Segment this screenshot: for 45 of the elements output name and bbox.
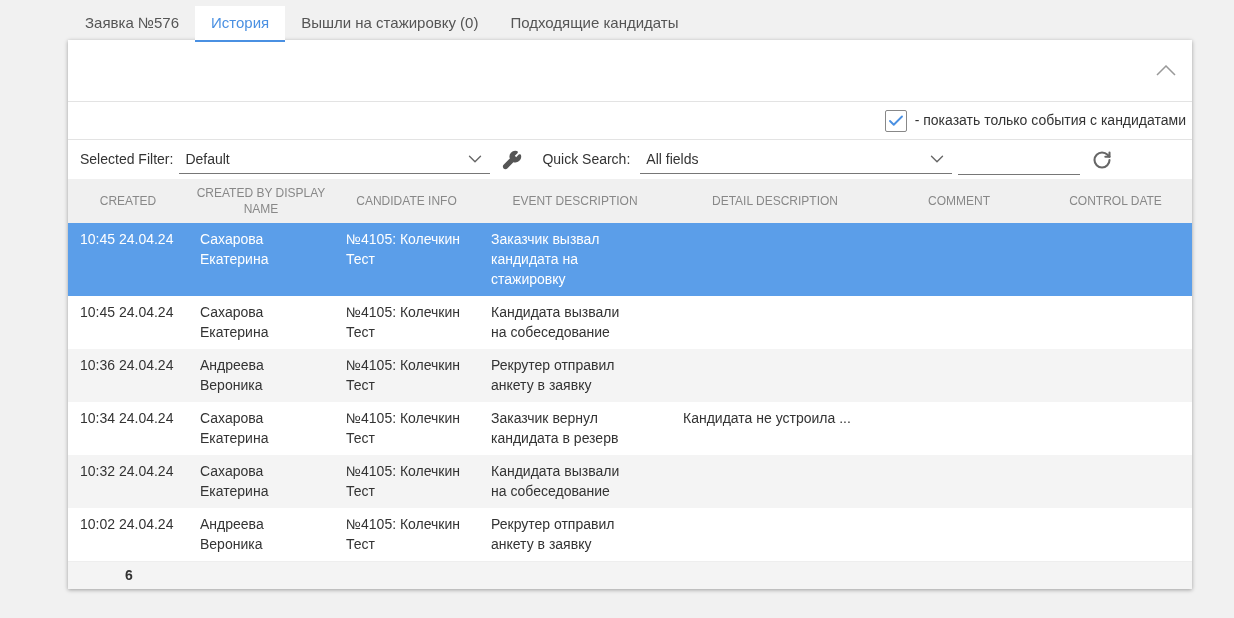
filter-dropdown[interactable]: Default [179,145,491,174]
tab[interactable]: Подходящие кандидаты [494,6,695,42]
table-cell: №4105: Колечкин Тест [346,304,461,340]
table-row[interactable]: 10:02 24.04.24 Андреева Вероника №4105: Колечкин Тест Рекрутер отправил анкету в заявку [68,508,1192,561]
chevron-up-icon [1156,65,1176,76]
collapse-button[interactable] [1156,65,1176,76]
table-cell: №4105: Колечкин Тест [346,231,461,267]
table-cell: Андреева Вероника [200,357,264,393]
table-cell: Сахарова Екатерина [200,410,269,446]
table-cell: Заказчик вернул кандидата в резерв [491,410,619,446]
filter-label: Selected Filter: [80,150,174,169]
checkbox[interactable] [884,109,907,132]
table-cell: Рекрутер отправил анкету в заявку [491,357,615,393]
table-cell: Сахарова Екатерина [200,304,269,340]
table-cell: Заказчик вызвал кандидата на стажировку [491,231,600,287]
search-scope-dropdown[interactable]: All fields [640,145,953,174]
tab[interactable]: Заявка №576 [69,6,195,42]
table-cell: 10:32 24.04.24 [80,463,174,479]
table-cell: №4105: Колечкин Тест [346,410,461,446]
table-cell: 10:34 24.04.24 [80,410,174,426]
row-count: 6 [125,566,133,585]
table-row[interactable]: 10:34 24.04.24 Сахарова Екатерина №4105: Колечкин Тест Заказчик вернул кандидата в резерв Кандидата не устроила ... [68,402,1192,455]
table-cell: №4105: Колечкин Тест [346,357,461,393]
table-cell: 10:02 24.04.24 [80,516,174,532]
table-cell: Кандидата не устроила ... [683,410,851,426]
tab[interactable]: История [195,6,286,42]
table-cell: Андреева Вероника [200,516,264,552]
table-cell: Кандидата вызвали на собеседование [491,304,620,340]
table-row[interactable]: 10:45 24.04.24 Сахарова Екатерина №4105: Колечкин Тест Кандидата вызвали на собеседование [68,296,1192,349]
table-cell: №4105: Колечкин Тест [346,463,461,499]
tab[interactable]: Вышли на стажировку (0) [285,6,495,42]
table-cell: Кандидата вызвали на собеседование [491,463,620,499]
quick-search-label: Quick Search: [542,150,631,169]
table-cell: 10:36 24.04.24 [80,357,174,373]
table-row[interactable]: 10:36 24.04.24 Андреева Вероника №4105: Колечкин Тест Рекрутер отправил анкету в заявку [68,349,1192,402]
table-cell: №4105: Колечкин Тест [346,516,461,552]
checkbox-label: - показать только события с кандидатами [914,111,1186,130]
table-cell: Рекрутер отправил анкету в заявку [491,516,615,552]
refresh-icon[interactable] [1092,149,1113,170]
table-cell: Сахарова Екатерина [200,463,269,499]
table-cell: 10:45 24.04.24 [80,304,174,320]
wrench-icon[interactable] [502,149,523,170]
table-cell: 10:45 24.04.24 [80,231,174,247]
table-row[interactable]: 10:32 24.04.24 Сахарова Екатерина №4105: Колечкин Тест Кандидата вызвали на собеседование [68,455,1192,508]
table-cell: Сахарова Екатерина [200,231,269,267]
